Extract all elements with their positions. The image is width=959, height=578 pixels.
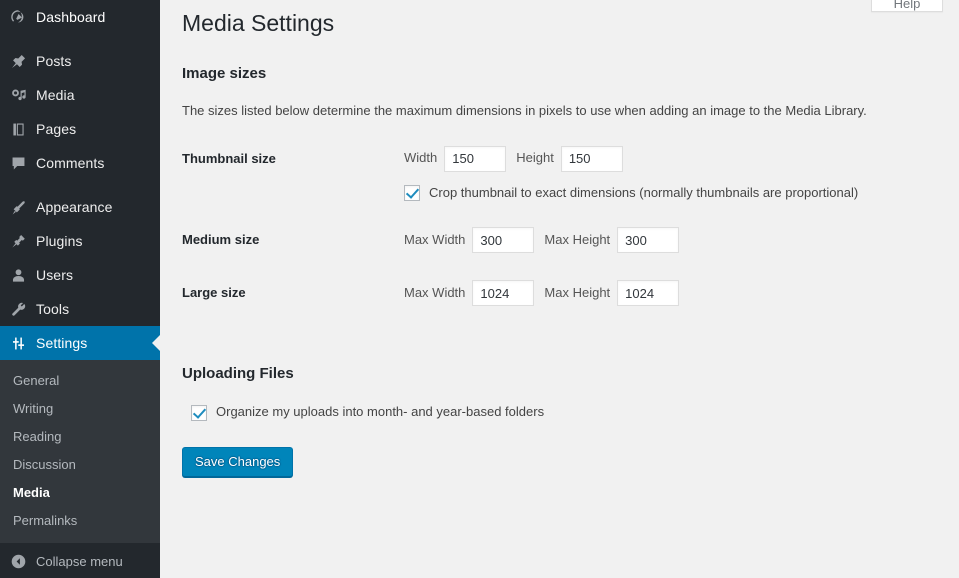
sidebar-item-label: Media: [36, 87, 75, 103]
thumbnail-size-label: Thumbnail size: [182, 150, 276, 166]
submenu-item-permalinks[interactable]: Permalinks: [0, 507, 160, 535]
pages-icon: [0, 121, 36, 138]
medium-dimension-row: Max Width Max Height: [404, 227, 929, 254]
organize-uploads-checkbox[interactable]: [191, 404, 207, 421]
sidebar-item-users[interactable]: Users: [0, 258, 160, 292]
collapse-menu-label: Collapse menu: [36, 553, 123, 569]
sidebar-item-appearance[interactable]: Appearance: [0, 190, 160, 224]
wrench-icon: [0, 301, 36, 318]
medium-height-label: Max Height: [544, 231, 611, 247]
sidebar-item-dashboard[interactable]: Dashboard: [0, 0, 160, 34]
large-width-input[interactable]: [472, 280, 535, 307]
large-height-label: Max Height: [544, 284, 611, 300]
pin-icon: [0, 53, 36, 70]
thumbnail-dimension-row: Width Height: [404, 145, 929, 172]
sidebar-separator: [0, 34, 160, 44]
sidebar-item-label: Appearance: [36, 199, 113, 215]
user-icon: [0, 267, 36, 284]
image-sizes-description: The sizes listed below determine the max…: [182, 103, 867, 118]
thumbnail-height-input[interactable]: [560, 145, 623, 172]
thumbnail-width-label: Width: [404, 150, 438, 166]
sidebar-item-tools[interactable]: Tools: [0, 292, 160, 326]
uploading-files-section: Uploading Files Organize my uploads into…: [182, 342, 939, 421]
help-tab-label: Help: [893, 0, 921, 11]
sidebar-item-label: Pages: [36, 121, 77, 137]
settings-sliders-icon: [0, 335, 36, 352]
image-sizes-heading: Image sizes: [182, 65, 267, 82]
organize-uploads-row: Organize my uploads into month- and year…: [191, 404, 939, 421]
sidebar-item-label: Comments: [36, 155, 105, 171]
large-dimension-row: Max Width Max Height: [404, 280, 929, 307]
submit-area: Save Changes: [182, 421, 939, 478]
table-row: Thumbnail size Width Height Crop thumbna…: [182, 133, 939, 215]
sidebar-item-label: Dashboard: [36, 9, 106, 25]
sidebar-item-posts[interactable]: Posts: [0, 44, 160, 78]
admin-sidebar: Dashboard Posts Media Pages Comments App…: [0, 0, 160, 578]
crop-thumbnail-label[interactable]: Crop thumbnail to exact dimensions (norm…: [429, 185, 858, 202]
table-row: Medium size Max Width Max Height: [182, 214, 939, 267]
sidebar-separator: [0, 180, 160, 190]
help-tab-button[interactable]: Help: [871, 0, 943, 12]
sidebar-item-label: Users: [36, 267, 74, 283]
thumbnail-size-fields: Width Height Crop thumbnail to exact dim…: [404, 133, 939, 215]
image-sizes-table: Thumbnail size Width Height Crop thumbna…: [182, 133, 939, 321]
medium-size-label: Medium size: [182, 232, 260, 248]
sidebar-item-plugins[interactable]: Plugins: [0, 224, 160, 258]
large-height-input[interactable]: [617, 280, 680, 307]
sidebar-item-label: Posts: [36, 53, 72, 69]
medium-width-input[interactable]: [472, 227, 535, 254]
crop-thumbnail-checkbox[interactable]: [404, 184, 420, 201]
sidebar-item-label: Plugins: [36, 233, 83, 249]
page-title: Media Settings: [182, 10, 335, 36]
sidebar-item-media[interactable]: Media: [0, 78, 160, 112]
large-size-fields: Max Width Max Height: [404, 267, 939, 320]
submenu-item-general[interactable]: General: [0, 367, 160, 395]
save-changes-button[interactable]: Save Changes: [182, 447, 294, 478]
medium-width-label: Max Width: [404, 231, 466, 247]
uploading-files-heading: Uploading Files: [182, 365, 294, 383]
plugin-icon: [0, 233, 36, 250]
media-icon: [0, 87, 36, 104]
sidebar-item-settings[interactable]: Settings: [0, 326, 160, 360]
medium-height-input[interactable]: [617, 227, 680, 254]
main-content: Help Media Settings Image sizes The size…: [160, 0, 959, 578]
appearance-brush-icon: [0, 199, 36, 216]
collapse-left-arrow-icon: [0, 553, 36, 570]
table-row: Large size Max Width Max Height: [182, 267, 939, 320]
organize-uploads-label[interactable]: Organize my uploads into month- and year…: [216, 404, 544, 421]
crop-thumbnail-row: Crop thumbnail to exact dimensions (norm…: [404, 185, 929, 202]
thumbnail-height-label: Height: [516, 150, 554, 166]
submenu-item-discussion[interactable]: Discussion: [0, 451, 160, 479]
large-width-label: Max Width: [404, 284, 466, 300]
submenu-item-reading[interactable]: Reading: [0, 423, 160, 451]
sidebar-item-pages[interactable]: Pages: [0, 112, 160, 146]
submenu-item-writing[interactable]: Writing: [0, 395, 160, 423]
sidebar-item-label: Tools: [36, 301, 70, 317]
comments-icon: [0, 155, 36, 172]
collapse-menu-button[interactable]: Collapse menu: [0, 544, 160, 578]
thumbnail-width-input[interactable]: [444, 145, 507, 172]
sidebar-item-label: Settings: [36, 335, 88, 351]
submenu-item-media[interactable]: Media: [0, 479, 160, 507]
wp-admin-screen: Dashboard Posts Media Pages Comments App…: [0, 0, 959, 578]
large-size-label: Large size: [182, 285, 246, 301]
sidebar-menu-list: Dashboard Posts Media Pages Comments App…: [0, 0, 160, 360]
settings-submenu: General Writing Reading Discussion Media…: [0, 360, 160, 543]
medium-size-fields: Max Width Max Height: [404, 214, 939, 267]
dashboard-icon: [0, 8, 36, 26]
sidebar-item-comments[interactable]: Comments: [0, 146, 160, 180]
